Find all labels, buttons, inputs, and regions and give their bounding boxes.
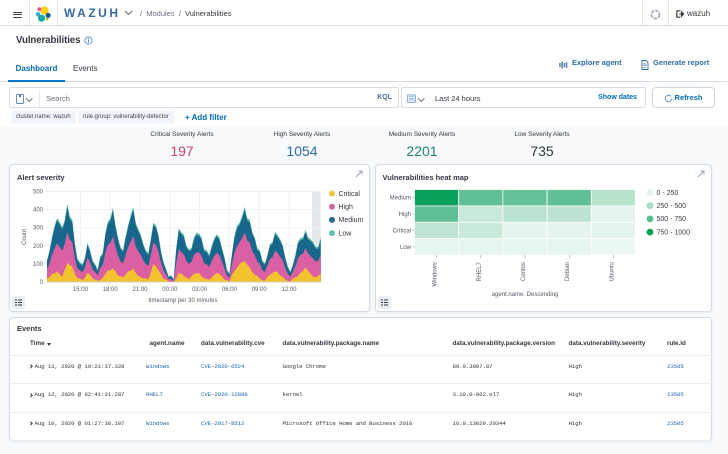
svg-text:500 - 750: 500 - 750 (656, 216, 686, 223)
svg-text:Medium: Medium (339, 217, 364, 224)
svg-text:Debian: Debian (565, 262, 571, 281)
svg-text:15:00: 15:00 (73, 287, 89, 293)
svg-text:18:00: 18:00 (103, 287, 119, 293)
svg-text:RHEL7: RHEL7 (476, 261, 482, 281)
svg-text:100: 100 (33, 262, 44, 268)
svg-text:500: 500 (33, 190, 44, 196)
svg-text:21:00: 21:00 (132, 287, 148, 293)
svg-text:Critical: Critical (392, 229, 410, 235)
svg-text:750 - 1000: 750 - 1000 (656, 229, 690, 236)
svg-text:Low: Low (339, 230, 353, 237)
svg-text:12:00: 12:00 (281, 287, 297, 293)
svg-text:06:00: 06:00 (222, 287, 238, 293)
svg-text:200: 200 (33, 244, 44, 250)
svg-text:Low: Low (399, 245, 411, 251)
svg-text:Count: Count (22, 229, 28, 245)
svg-text:400: 400 (33, 208, 44, 214)
svg-text:High: High (339, 204, 354, 211)
svg-text:Centos: Centos (521, 262, 527, 281)
svg-text:250 - 500: 250 - 500 (656, 203, 686, 210)
svg-text:03:00: 03:00 (192, 287, 208, 293)
svg-text:timestamp per 30 minutes: timestamp per 30 minutes (148, 298, 217, 304)
svg-text:300: 300 (33, 226, 44, 232)
svg-text:Critical: Critical (339, 191, 361, 198)
svg-text:Windows: Windows (432, 262, 438, 286)
svg-text:0 - 250: 0 - 250 (656, 190, 678, 197)
svg-text:Ubuntu: Ubuntu (609, 262, 615, 281)
svg-text:agent.name: Descending: agent.name: Descending (491, 292, 558, 298)
svg-text:Medium: Medium (389, 196, 410, 202)
svg-text:00:00: 00:00 (162, 287, 178, 293)
svg-text:High: High (398, 212, 410, 218)
svg-text:0: 0 (40, 280, 44, 286)
svg-text:09:00: 09:00 (252, 287, 268, 293)
